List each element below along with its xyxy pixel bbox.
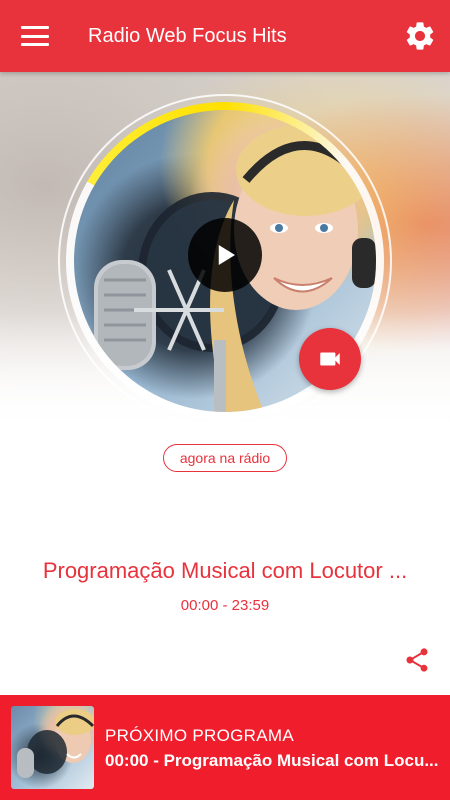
- play-icon: [218, 245, 235, 265]
- share-button[interactable]: [401, 644, 433, 676]
- video-camera-icon: [320, 352, 340, 366]
- current-program-time: 00:00 - 23:59: [180, 597, 270, 614]
- next-program-label: PRÓXIMO PROGRAMA: [105, 726, 294, 745]
- video-button[interactable]: [299, 328, 361, 390]
- app-title: Radio Web Focus Hits: [88, 24, 287, 47]
- next-program-title: 00:00 - Programação Musical com Locu...: [105, 751, 439, 770]
- current-program-title: Programação Musical com Locutor ...: [42, 558, 408, 583]
- next-program-thumbnail: [11, 706, 94, 789]
- menu-icon: [21, 26, 49, 46]
- next-program-bar[interactable]: PRÓXIMO PROGRAMA 00:00 - Programação Mus…: [0, 695, 450, 800]
- share-icon: [406, 648, 428, 672]
- gear-icon: [406, 22, 434, 50]
- player-hero: [0, 72, 450, 452]
- play-button[interactable]: [188, 218, 262, 292]
- now-on-air-badge: agora na rádio: [163, 444, 287, 472]
- settings-button[interactable]: [390, 0, 450, 72]
- app-bar: Radio Web Focus Hits: [0, 0, 450, 72]
- menu-button[interactable]: [0, 0, 70, 72]
